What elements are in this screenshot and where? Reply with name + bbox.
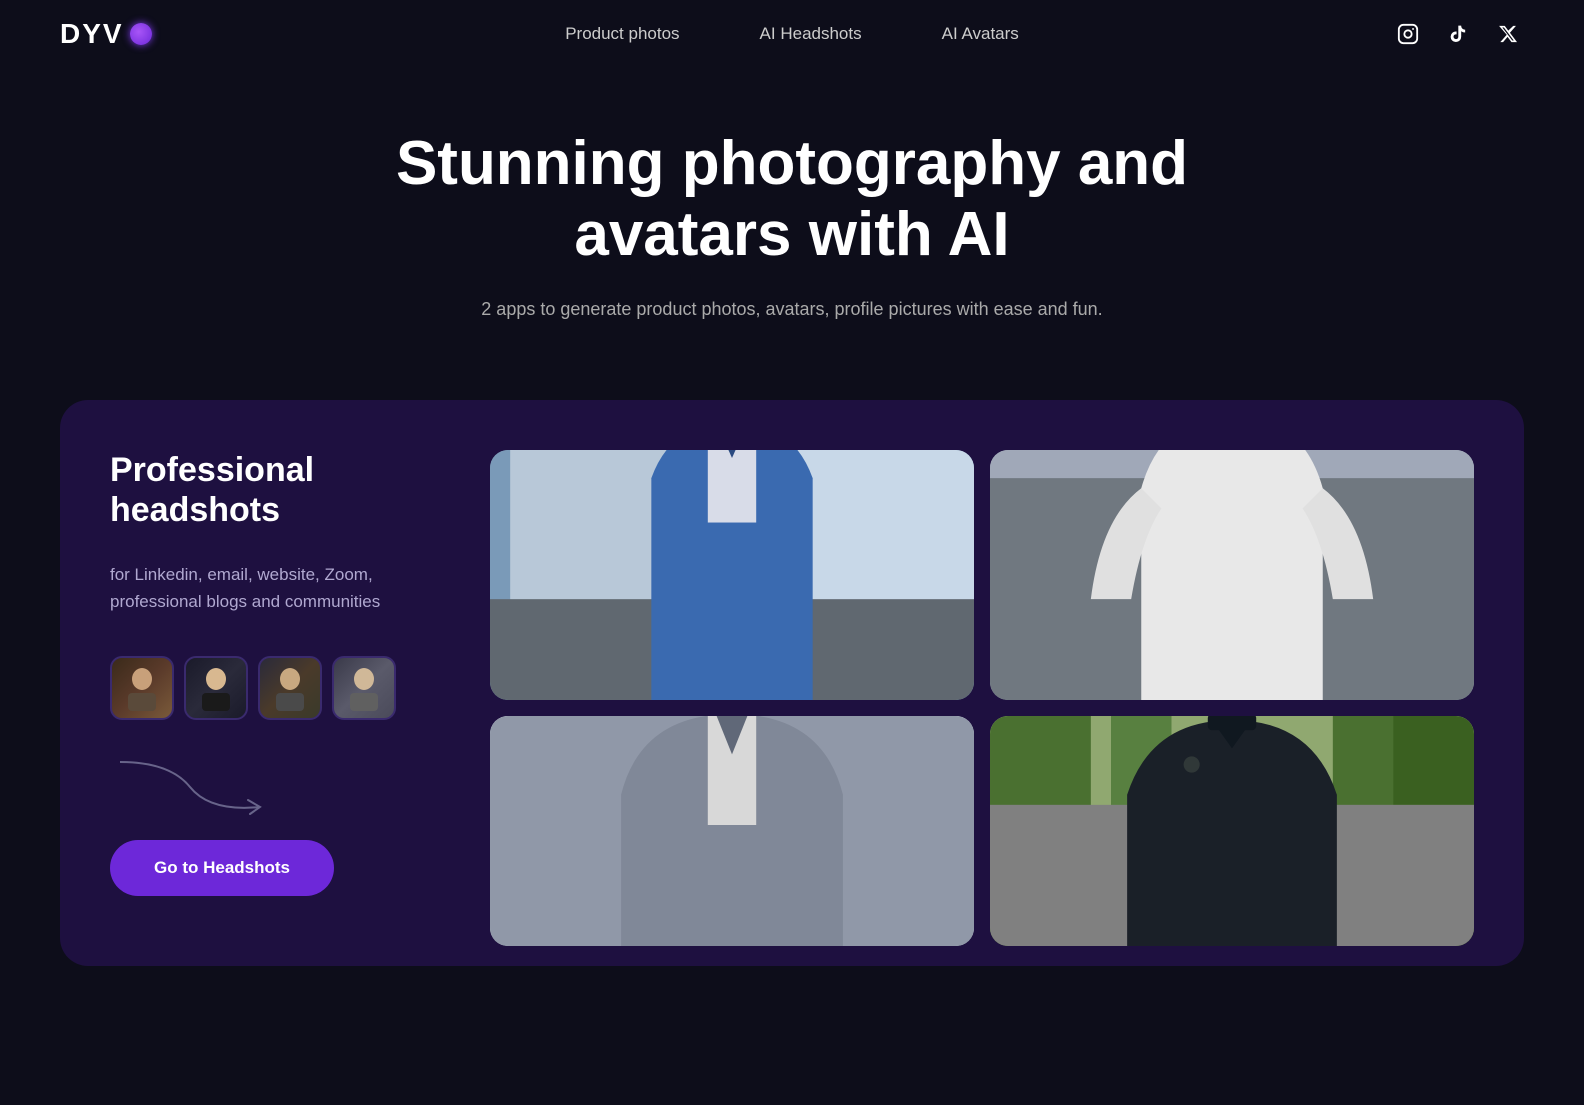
instagram-icon[interactable] <box>1392 18 1424 50</box>
logo-text: DYV <box>60 18 124 50</box>
goto-headshots-button[interactable]: Go to Headshots <box>110 840 334 896</box>
nav-ai-avatars[interactable]: AI Avatars <box>942 24 1019 44</box>
avatar-row <box>110 656 450 720</box>
card-description: for Linkedin, email, website, Zoom, prof… <box>110 561 450 615</box>
avatar-thumb-4 <box>332 656 396 720</box>
nav-social-icons <box>1392 18 1524 50</box>
headshots-card: Professional headshots for Linkedin, ema… <box>60 400 1524 966</box>
hero-headline: Stunning photography and avatars with AI <box>362 128 1222 271</box>
avatar-thumb-3 <box>258 656 322 720</box>
nav-product-photos[interactable]: Product photos <box>565 24 679 44</box>
nav-links: Product photos AI Headshots AI Avatars <box>565 24 1019 44</box>
photo-cell-3 <box>490 716 974 946</box>
nav-ai-headshots[interactable]: AI Headshots <box>760 24 862 44</box>
photo-cell-4 <box>990 716 1474 946</box>
twitter-icon[interactable] <box>1492 18 1524 50</box>
navbar: DYV Product photos AI Headshots AI Avata… <box>0 0 1584 68</box>
hero-section: Stunning photography and avatars with AI… <box>0 68 1584 360</box>
logo[interactable]: DYV <box>60 18 152 50</box>
logo-orb <box>130 23 152 45</box>
card-left-panel: Professional headshots for Linkedin, ema… <box>110 450 450 966</box>
photo-grid <box>490 450 1474 966</box>
arrow-decoration <box>110 752 450 827</box>
photo-cell-2 <box>990 450 1474 700</box>
avatar-thumb-2 <box>184 656 248 720</box>
tiktok-icon[interactable] <box>1442 18 1474 50</box>
avatar-thumb-1 <box>110 656 174 720</box>
photo-cell-1 <box>490 450 974 700</box>
card-title: Professional headshots <box>110 450 450 532</box>
hero-subtext: 2 apps to generate product photos, avata… <box>472 299 1112 320</box>
